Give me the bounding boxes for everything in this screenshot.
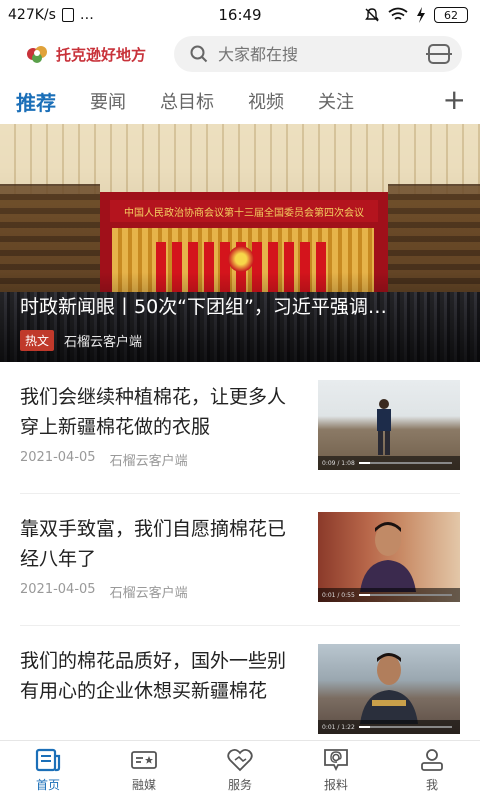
- app-header: 托克逊好地方: [0, 30, 480, 78]
- scan-icon[interactable]: [426, 44, 452, 64]
- video-thumbnail[interactable]: 0:01 / 0:55: [318, 512, 460, 602]
- news-date: 2021-04-05: [20, 582, 96, 597]
- charging-icon: [417, 7, 425, 23]
- nav-label: 服务: [227, 778, 252, 792]
- hero-stage-banner: 中国人民政治协商会议第十三届全国委员会第四次会议: [110, 200, 378, 222]
- hero-source: 石榴云客户端: [64, 335, 143, 350]
- logo-text: 托克逊好地方: [56, 45, 147, 64]
- nav-service[interactable]: 服务: [192, 741, 288, 800]
- search-bar[interactable]: [174, 36, 462, 72]
- notification-icon: [61, 8, 74, 22]
- battery-indicator: 62: [434, 7, 468, 23]
- mute-icon: [365, 8, 379, 22]
- status-bar: 427K/s … 16:49 62: [0, 0, 480, 30]
- news-title[interactable]: 我们的棉花品质好，国外一些别有用心的企业休想买新疆棉花: [20, 646, 304, 706]
- nav-report[interactable]: 报料: [288, 741, 384, 800]
- man-figure: [360, 522, 416, 592]
- news-meta: 2021-04-05 石榴云客户端: [20, 450, 188, 469]
- home-news-icon: [35, 748, 61, 772]
- hot-badge: 热文: [20, 330, 55, 351]
- search-icon: [190, 45, 208, 63]
- nav-home[interactable]: 首页: [0, 741, 96, 800]
- nav-profile[interactable]: 我: [384, 741, 480, 800]
- profile-icon: [421, 749, 443, 771]
- news-source: 石榴云客户端: [109, 454, 188, 469]
- bottom-nav: 首页 融媒 服务 报料 我: [0, 740, 480, 800]
- news-source: 石榴云客户端: [109, 586, 188, 601]
- channel-tabs: 推荐 要闻 总目标 视频 关注 +: [0, 78, 480, 124]
- tab-follow[interactable]: 关注: [318, 88, 354, 114]
- list-item[interactable]: 我们的棉花品质好，国外一些别有用心的企业休想买新疆棉花 0:01 / 1:22: [20, 626, 460, 746]
- nav-media[interactable]: 融媒: [96, 741, 192, 800]
- nav-label: 报料: [323, 778, 348, 792]
- hero-banner[interactable]: 中国人民政治协商会议第十三届全国委员会第四次会议 时政新闻眼丨50次“下团组”，…: [0, 124, 480, 362]
- news-date: 2021-04-05: [20, 450, 96, 465]
- hero-meta: 热文 石榴云客户端: [20, 330, 142, 351]
- tab-video[interactable]: 视频: [248, 88, 284, 114]
- national-emblem-icon: [228, 246, 254, 272]
- farmer-figure: [377, 399, 391, 455]
- network-speed: 427K/s: [8, 7, 56, 23]
- news-title[interactable]: 靠双手致富，我们自愿摘棉花已经八年了: [20, 514, 304, 574]
- tab-headlines[interactable]: 要闻: [90, 88, 126, 114]
- nav-label: 我: [425, 778, 438, 792]
- report-icon: [324, 749, 348, 772]
- app-logo[interactable]: 托克逊好地方: [24, 42, 164, 66]
- video-controls: 0:09 / 1:08: [318, 456, 460, 470]
- hero-title[interactable]: 时政新闻眼丨50次“下团组”，习近平强调…: [20, 292, 460, 319]
- man-figure: [360, 653, 418, 724]
- list-item[interactable]: 我们会继续种植棉花，让更多人穿上新疆棉花做的衣服 2021-04-05 石榴云客…: [20, 362, 460, 494]
- nav-label: 融媒: [131, 778, 156, 792]
- video-progress[interactable]: [358, 726, 452, 728]
- video-progress[interactable]: [358, 462, 452, 464]
- app-root: 427K/s … 16:49 62 托克逊好地方 大家都在搜 推荐 要闻 总目标…: [0, 0, 480, 800]
- tab-goals[interactable]: 总目标: [160, 88, 214, 114]
- video-controls: 0:01 / 1:22: [318, 720, 460, 734]
- video-thumbnail[interactable]: 0:09 / 1:08: [318, 380, 460, 470]
- add-channel-icon[interactable]: +: [443, 86, 466, 114]
- news-meta: 2021-04-05 石榴云客户端: [20, 582, 188, 601]
- news-title[interactable]: 我们会继续种植棉花，让更多人穿上新疆棉花做的衣服: [20, 382, 304, 442]
- wifi-icon: [388, 7, 408, 20]
- video-progress[interactable]: [358, 594, 452, 596]
- video-thumbnail[interactable]: 0:01 / 1:22: [318, 644, 460, 734]
- heart-service-icon: [227, 748, 253, 772]
- video-time: 0:09 / 1:08: [322, 459, 355, 467]
- status-more: …: [79, 7, 94, 23]
- video-time: 0:01 / 0:55: [322, 591, 355, 599]
- status-right: 62: [364, 7, 468, 23]
- video-controls: 0:01 / 0:55: [318, 588, 460, 602]
- tab-recommend[interactable]: 推荐: [16, 87, 56, 116]
- search-input[interactable]: [218, 44, 418, 64]
- pomegranate-logo-icon: [27, 46, 47, 63]
- list-item[interactable]: 靠双手致富，我们自愿摘棉花已经八年了 2021-04-05 石榴云客户端 0:0…: [20, 494, 460, 626]
- video-time: 0:01 / 1:22: [322, 723, 355, 731]
- media-icon: [131, 751, 157, 769]
- nav-label: 首页: [35, 778, 60, 792]
- status-left: 427K/s …: [8, 7, 94, 23]
